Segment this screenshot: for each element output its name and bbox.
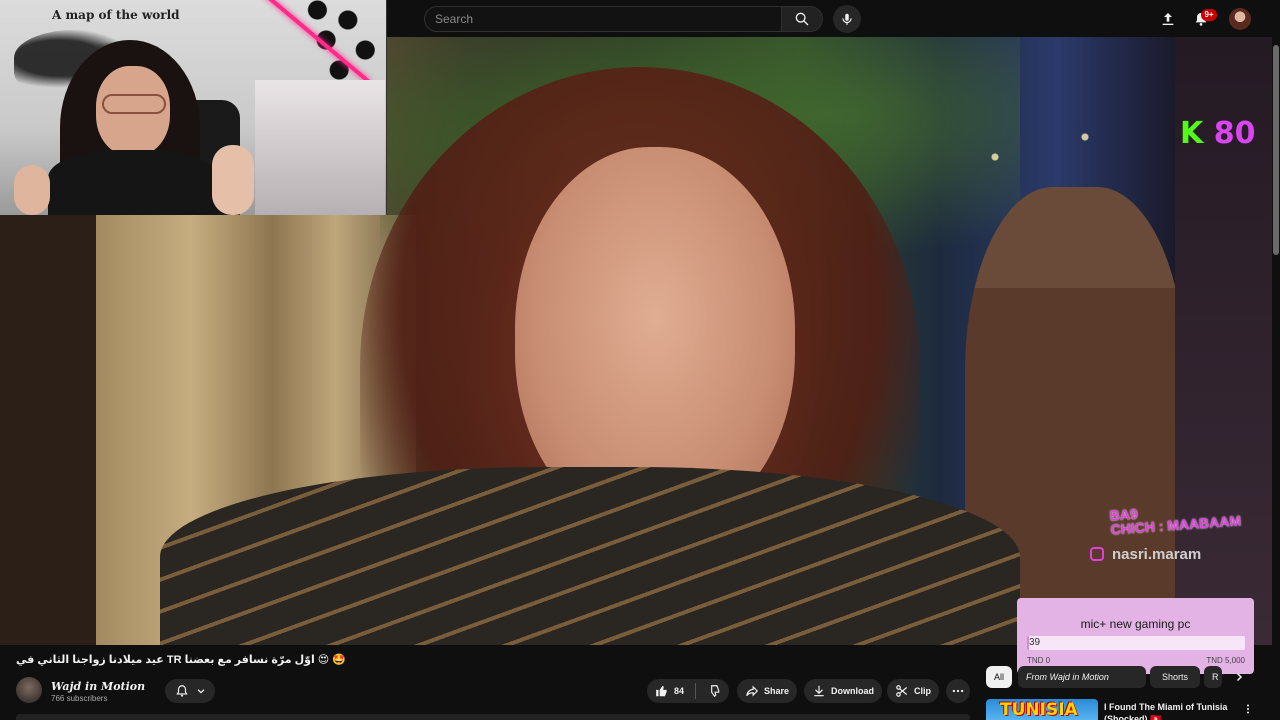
- clip-icon: [896, 685, 908, 697]
- notification-count-badge: 9+: [1201, 9, 1217, 21]
- account-avatar[interactable]: [1229, 8, 1251, 30]
- chip-from-channel[interactable]: From Wajd in Motion: [1018, 666, 1146, 688]
- more-icon: [952, 689, 964, 693]
- search-icon: [795, 12, 809, 26]
- bell-icon: [175, 685, 188, 697]
- create-upload-button[interactable]: [1157, 8, 1179, 30]
- donation-goal-widget: mic+ new gaming pc 39 TND 0 TND 5,000: [1017, 598, 1254, 674]
- youtube-watch-page: K 80 BA9 CHICH : MAABAAM nasri.maram A m…: [0, 0, 1280, 720]
- webcam-streamer-left-hand: [14, 165, 50, 215]
- webcam-bed: [255, 80, 385, 215]
- clip-label: Clip: [914, 686, 931, 696]
- chip-all[interactable]: All: [986, 666, 1012, 688]
- upload-icon: [1162, 13, 1174, 25]
- video-scene-dark-wall: [0, 215, 96, 645]
- goal-current-value: 39: [1029, 637, 1041, 648]
- recommendation-menu-button[interactable]: [1240, 701, 1256, 717]
- video-title: 🤩 😍 اوّل مرّة نسافر مع بعضنا TR عيد ميلا…: [16, 654, 346, 666]
- voice-search-button[interactable]: [833, 5, 861, 33]
- channel-avatar[interactable]: [16, 677, 42, 703]
- overlay-instagram-handle: nasri.maram: [1090, 547, 1201, 563]
- webcam-map-title: A map of the world: [52, 8, 180, 22]
- subscriber-count: 766 subscribers: [51, 694, 108, 703]
- goal-title: mic+ new gaming pc: [1080, 617, 1191, 631]
- page-scrollbar[interactable]: [1272, 37, 1280, 645]
- download-icon: [814, 685, 824, 697]
- more-vertical-icon: [1247, 704, 1249, 714]
- like-count[interactable]: 84: [674, 686, 684, 696]
- clip-button[interactable]: Clip: [887, 679, 939, 703]
- search-input[interactable]: [435, 12, 781, 26]
- share-button[interactable]: Share: [737, 679, 797, 703]
- streamer-webcam: A map of the world: [0, 0, 387, 215]
- chevron-right-icon: [1236, 672, 1243, 682]
- instagram-icon: [1090, 547, 1104, 561]
- scrollbar-thumb[interactable]: [1273, 45, 1279, 255]
- like-divider: [695, 683, 696, 699]
- kick-logo-letter: K: [1180, 116, 1204, 151]
- channel-name[interactable]: Wajd in Motion: [51, 680, 145, 693]
- kick-viewer-count: 80: [1213, 116, 1256, 151]
- goal-min-label: TND 0: [1027, 656, 1051, 665]
- kick-viewer-badge: K 80: [1180, 116, 1255, 152]
- description-box-edge[interactable]: [16, 714, 970, 720]
- like-icon[interactable]: [655, 684, 669, 698]
- like-dislike-group: 84: [647, 679, 729, 703]
- more-actions-button[interactable]: [946, 679, 970, 703]
- chip-shorts[interactable]: Shorts: [1150, 666, 1200, 688]
- download-button[interactable]: Download: [804, 679, 882, 703]
- download-label: Download: [831, 686, 874, 696]
- chip-partial[interactable]: R: [1204, 666, 1222, 688]
- dislike-icon[interactable]: [707, 684, 721, 698]
- share-label: Share: [763, 686, 789, 696]
- mic-icon: [842, 13, 852, 25]
- recommendation-title[interactable]: I Found The Miami of Tunisia (Shocked) 🇹…: [1104, 701, 1234, 720]
- video-scene-scarf: [160, 467, 1020, 645]
- search-box[interactable]: [424, 6, 782, 32]
- recommendation-thumb-text: TUNISIA: [1000, 700, 1078, 720]
- chips-next-button[interactable]: [1230, 668, 1248, 686]
- share-icon: [746, 685, 759, 697]
- instagram-handle-text: nasri.maram: [1112, 546, 1202, 563]
- search-button[interactable]: [781, 6, 823, 32]
- recommendation-thumbnail[interactable]: TUNISIA: [986, 699, 1098, 720]
- subscription-bell-button[interactable]: [165, 679, 215, 703]
- webcam-streamer-shirt: [48, 150, 218, 215]
- goal-progress-bar: 39: [1027, 636, 1245, 650]
- chevron-down-icon: [197, 689, 204, 694]
- goal-max-label: TND 5,000: [1206, 656, 1245, 665]
- webcam-streamer-glasses: [102, 94, 166, 114]
- webcam-streamer-right-hand: [212, 145, 254, 215]
